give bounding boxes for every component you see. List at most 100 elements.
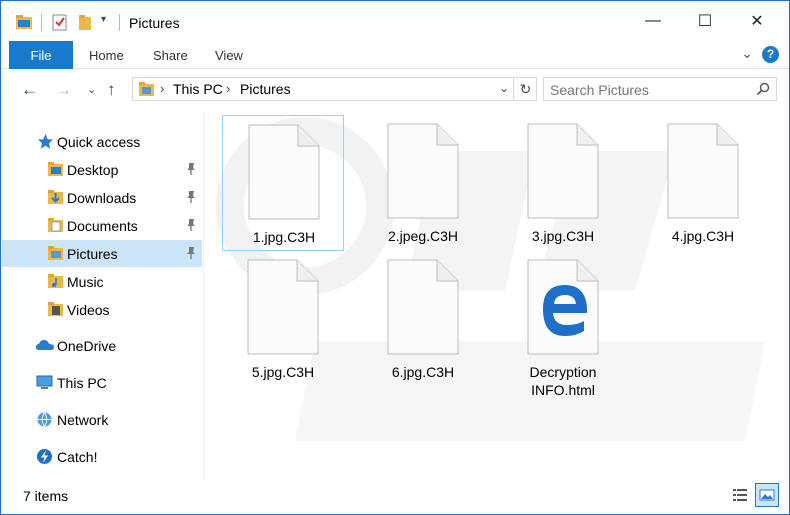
breadcrumb-pictures[interactable]: Pictures bbox=[240, 81, 291, 97]
address-dropdown-icon[interactable]: ⌄ bbox=[499, 81, 509, 95]
file-item[interactable]: 2.jpeg.C3H bbox=[362, 115, 484, 251]
file-item[interactable]: 6.jpg.C3H bbox=[362, 251, 484, 387]
star-icon bbox=[38, 134, 53, 149]
pin-icon[interactable] bbox=[185, 218, 197, 232]
edge-icon bbox=[543, 285, 587, 336]
ribbon-tabs: File Home Share View ⌄ ? bbox=[1, 41, 789, 69]
file-name: 3.jpg.C3H bbox=[531, 228, 595, 244]
pin-icon[interactable] bbox=[185, 190, 197, 204]
large-icons-view-button[interactable] bbox=[755, 483, 779, 507]
blank-file-icon bbox=[248, 124, 320, 220]
pictures-folder-icon bbox=[48, 246, 63, 260]
file-item[interactable]: 3.jpg.C3H bbox=[502, 115, 624, 251]
sidebar-item-this-pc[interactable]: This PC bbox=[2, 369, 202, 396]
sidebar-item-label: Music bbox=[67, 274, 104, 290]
downloads-folder-icon bbox=[48, 190, 63, 204]
minimize-button[interactable]: — bbox=[627, 1, 679, 41]
title-separator bbox=[41, 14, 42, 31]
navigation-pane: Quick access Desktop Downloads Documents bbox=[2, 111, 204, 479]
sidebar-item-pictures[interactable]: Pictures bbox=[2, 240, 202, 267]
file-name: 1.jpg.C3H bbox=[252, 229, 316, 245]
explorer-window: ▾ Pictures — ☐ ✕ File Home Share View ⌄ … bbox=[0, 0, 790, 515]
sidebar-item-label: Videos bbox=[67, 302, 110, 318]
search-box[interactable] bbox=[543, 77, 777, 101]
tab-view[interactable]: View bbox=[215, 48, 243, 63]
network-icon bbox=[37, 412, 52, 427]
sidebar-item-label: Downloads bbox=[67, 190, 137, 206]
documents-folder-icon bbox=[48, 218, 63, 232]
file-name: 6.jpg.C3H bbox=[391, 364, 455, 380]
properties-icon[interactable] bbox=[51, 13, 69, 31]
address-row: ← → ⌄ ↑ › This PC › Pictures ⌄ ↻ bbox=[1, 69, 789, 111]
blank-file-icon bbox=[387, 259, 459, 355]
file-item[interactable]: 5.jpg.C3H bbox=[222, 251, 344, 387]
file-name: 2.jpeg.C3H bbox=[387, 228, 459, 244]
sidebar-item-label: This PC bbox=[57, 375, 107, 391]
tab-home[interactable]: Home bbox=[89, 48, 124, 63]
forward-icon[interactable]: → bbox=[55, 80, 72, 100]
sidebar-item-desktop[interactable]: Desktop bbox=[2, 156, 202, 183]
new-folder-icon[interactable] bbox=[77, 13, 95, 31]
music-folder-icon bbox=[48, 274, 63, 288]
title-bar: ▾ Pictures — ☐ ✕ bbox=[1, 1, 789, 41]
desktop-folder-icon bbox=[48, 162, 63, 176]
sidebar-item-label: Catch! bbox=[57, 449, 98, 465]
file-name-line-1: Decryption bbox=[529, 364, 597, 380]
sidebar-item-music[interactable]: Music bbox=[2, 268, 202, 295]
sidebar-item-label: OneDrive bbox=[57, 338, 117, 354]
pin-icon[interactable] bbox=[185, 246, 197, 260]
file-name: 5.jpg.C3H bbox=[251, 364, 315, 380]
status-bar: 7 items bbox=[1, 479, 789, 514]
pictures-location-icon bbox=[139, 82, 154, 96]
close-button[interactable]: ✕ bbox=[731, 1, 783, 41]
catch-icon bbox=[37, 449, 52, 464]
blank-file-icon bbox=[667, 123, 739, 219]
sidebar-item-label: Network bbox=[57, 412, 109, 428]
blank-file-icon bbox=[527, 123, 599, 219]
edge-html-file-icon bbox=[527, 259, 599, 355]
breadcrumb-this-pc[interactable]: This PC bbox=[173, 81, 223, 97]
back-icon[interactable]: ← bbox=[21, 80, 38, 100]
title-separator-2 bbox=[119, 14, 120, 31]
folder-app-icon bbox=[16, 15, 32, 29]
sidebar-item-videos[interactable]: Videos bbox=[2, 296, 202, 323]
item-count: 7 items bbox=[23, 488, 69, 504]
details-view-icon[interactable] bbox=[728, 483, 752, 507]
address-bar[interactable]: › This PC › Pictures ⌄ bbox=[132, 77, 514, 101]
sidebar-item-documents[interactable]: Documents bbox=[2, 212, 202, 239]
search-icon[interactable] bbox=[756, 82, 770, 96]
breadcrumb-separator[interactable]: › bbox=[160, 81, 164, 96]
sidebar-item-downloads[interactable]: Downloads bbox=[2, 184, 202, 211]
large-icons-view-icon bbox=[759, 489, 775, 501]
sidebar-item-catch[interactable]: Catch! bbox=[2, 443, 202, 470]
tab-file[interactable]: File bbox=[9, 41, 73, 69]
file-name: Decryption INFO.html bbox=[502, 363, 624, 399]
file-list[interactable]: 1.jpg.C3H 2.jpeg.C3H 3.jpg.C3H 4.jpg.C3H bbox=[205, 111, 789, 479]
file-item[interactable]: Decryption INFO.html bbox=[502, 251, 624, 398]
cloud-icon bbox=[36, 340, 54, 350]
file-name-line-2: INFO.html bbox=[531, 382, 595, 398]
tab-share[interactable]: Share bbox=[153, 48, 188, 63]
search-input[interactable] bbox=[550, 81, 750, 98]
sidebar-item-label: Quick access bbox=[57, 134, 141, 150]
sidebar-item-label: Documents bbox=[67, 218, 138, 234]
expand-ribbon-icon[interactable]: ⌄ bbox=[741, 45, 753, 62]
sidebar-item-onedrive[interactable]: OneDrive bbox=[2, 332, 202, 359]
recent-locations-icon[interactable]: ⌄ bbox=[87, 83, 96, 96]
sidebar-item-quick-access[interactable]: Quick access bbox=[2, 128, 202, 155]
blank-file-icon bbox=[247, 259, 319, 355]
file-item[interactable]: 1.jpg.C3H bbox=[222, 115, 344, 251]
maximize-button[interactable]: ☐ bbox=[679, 1, 731, 41]
customize-toolbar-icon[interactable]: ▾ bbox=[101, 14, 106, 25]
sidebar-item-network[interactable]: Network bbox=[2, 406, 202, 433]
breadcrumb-separator[interactable]: › bbox=[226, 81, 230, 96]
file-item[interactable]: 4.jpg.C3H bbox=[642, 115, 764, 251]
file-name: 4.jpg.C3H bbox=[671, 228, 735, 244]
refresh-icon[interactable]: ↻ bbox=[515, 77, 537, 101]
sidebar-item-label: Desktop bbox=[67, 162, 119, 178]
window-title: Pictures bbox=[129, 15, 180, 31]
pin-icon[interactable] bbox=[185, 162, 197, 176]
up-icon[interactable]: ↑ bbox=[107, 80, 116, 100]
help-button[interactable]: ? bbox=[762, 46, 779, 63]
blank-file-icon bbox=[387, 123, 459, 219]
